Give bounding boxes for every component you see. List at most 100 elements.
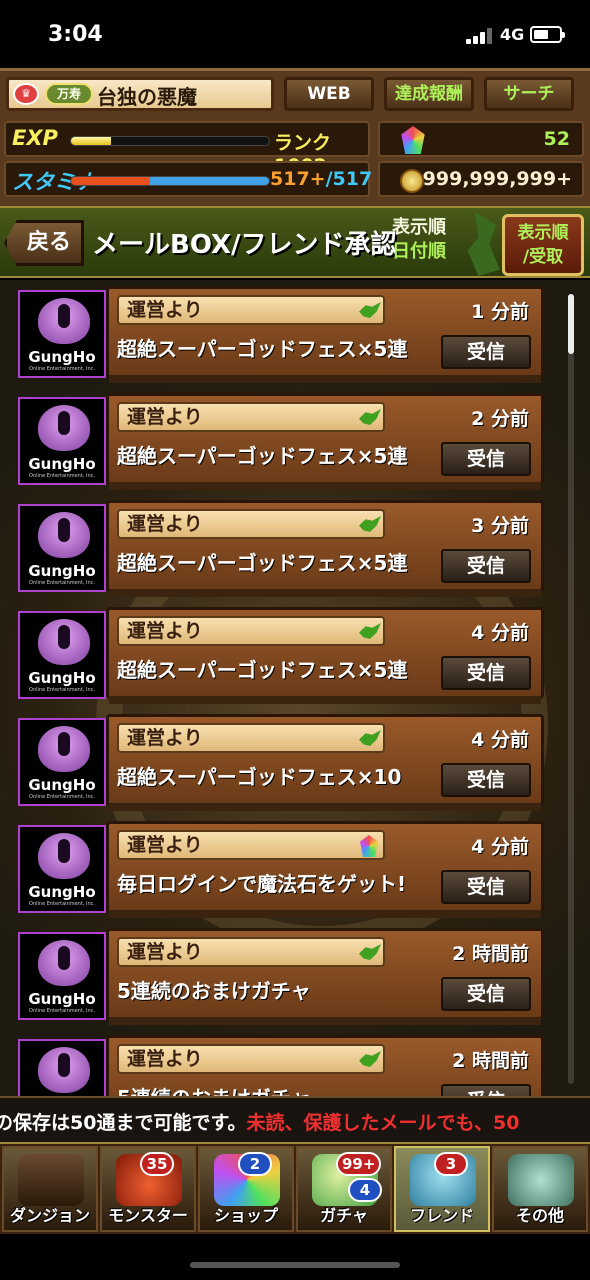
sort-indicator: 表示順 日付順 bbox=[392, 216, 466, 264]
stamina-text: 517+/517 bbox=[270, 168, 372, 190]
dragon-icon bbox=[359, 516, 381, 532]
nav-other[interactable]: その他 bbox=[492, 1146, 588, 1232]
receive-button[interactable]: 受信 bbox=[441, 870, 531, 904]
mail-card[interactable]: 運営より 4 分前 毎日ログインで魔法石をゲット! 受信 bbox=[106, 821, 544, 918]
sender-avatar[interactable]: GungHoOnline Entertainment, Inc. bbox=[18, 504, 106, 592]
nav-monster[interactable]: 35 モンスター bbox=[100, 1146, 196, 1232]
ticker-text: の保存は50通まで可能です。未読、保護したメールでも、50 bbox=[0, 1108, 519, 1135]
receive-button[interactable]: 受信 bbox=[441, 763, 531, 797]
mail-subject: 5連続のおまけガチャ bbox=[117, 1082, 311, 1096]
gungho-logo-icon bbox=[38, 940, 90, 986]
magic-stone-icon bbox=[360, 835, 378, 857]
mail-card[interactable]: 運営より 2 時間前 5連続のおまけガチャ 受信 bbox=[106, 928, 544, 1025]
dragon-icon bbox=[359, 409, 381, 425]
mail-item[interactable]: GungHo Online Entertainment, Inc. 運営より 4 分前… bbox=[18, 821, 544, 918]
receive-button[interactable]: 受信 bbox=[441, 1084, 531, 1096]
ticker-text-red: 未読、保護したメールでも、50 bbox=[246, 1112, 520, 1134]
sort-button-line1: 表示順 bbox=[517, 223, 569, 243]
achievements-button[interactable]: 達成報酬 bbox=[384, 77, 474, 111]
avatar-subtitle: Online Entertainment, Inc. bbox=[29, 580, 95, 586]
scrollbar[interactable] bbox=[568, 294, 574, 1084]
notification-badge: 4 bbox=[348, 1178, 382, 1202]
coin-count: 999,999,999+ bbox=[422, 168, 572, 190]
mail-item[interactable]: GungHo Online Entertainment, Inc. 運営より 2 分前… bbox=[18, 393, 544, 490]
receive-button[interactable]: 受信 bbox=[441, 656, 531, 690]
avatar-brand: GungHo bbox=[28, 562, 96, 580]
mail-item[interactable]: GungHo Online Entertainment, Inc. 運営より 4 分前… bbox=[18, 714, 544, 811]
mail-sender-label: 運営より bbox=[127, 727, 203, 749]
magic-stone-row[interactable]: 52 bbox=[378, 121, 584, 157]
receive-button[interactable]: 受信 bbox=[441, 977, 531, 1011]
receive-button[interactable]: 受信 bbox=[441, 442, 531, 476]
sender-avatar[interactable]: GungHoOnline Entertainment, Inc. bbox=[18, 825, 106, 913]
mail-sender-label: 運営より bbox=[127, 941, 203, 963]
mail-elapsed: 3 分前 bbox=[471, 515, 529, 537]
sender-avatar[interactable]: GungHoOnline Entertainment, Inc. bbox=[18, 932, 106, 1020]
mail-item[interactable]: GungHo Online Entertainment, Inc. 運営より 1 分前… bbox=[18, 286, 544, 383]
other-icon bbox=[508, 1154, 574, 1206]
gungho-logo-icon bbox=[38, 512, 90, 558]
web-button[interactable]: WEB bbox=[284, 77, 374, 111]
home-indicator[interactable] bbox=[190, 1262, 400, 1268]
mail-card[interactable]: 運営より 3 分前 超絶スーパーゴッドフェス×5連 受信 bbox=[106, 500, 544, 597]
search-button[interactable]: サーチ bbox=[484, 77, 574, 111]
sort-order-button[interactable]: 表示順 /受取 bbox=[502, 214, 584, 276]
network-type: 4G bbox=[500, 25, 525, 44]
status-bar: 3:04 4G bbox=[0, 0, 590, 68]
stamina-current: 517+ bbox=[270, 168, 326, 190]
dragon-icon bbox=[359, 302, 381, 318]
title-bar: 戻る メールBOX/フレンド承認 表示順 日付順 表示順 /受取 bbox=[0, 206, 590, 278]
back-button[interactable]: 戻る bbox=[4, 220, 84, 266]
dungeon-gate-icon bbox=[18, 1154, 84, 1206]
avatar-brand: GungHo bbox=[28, 455, 96, 473]
nav-friend[interactable]: 3 フレンド bbox=[394, 1146, 490, 1232]
coin-icon bbox=[400, 169, 424, 193]
sender-avatar[interactable]: GungHoOnline Entertainment, Inc. bbox=[18, 1039, 106, 1096]
player-name-box[interactable]: ♛ 万寿 台独の悪魔 bbox=[6, 77, 274, 111]
stamina-bar-fill bbox=[71, 177, 269, 185]
sender-avatar[interactable]: GungHoOnline Entertainment, Inc. bbox=[18, 397, 106, 485]
mail-item[interactable]: GungHoOnline Entertainment, Inc. 運営より 2 時間… bbox=[18, 1035, 544, 1096]
receive-button[interactable]: 受信 bbox=[441, 335, 531, 369]
nav-dungeon-gate[interactable]: ダンジョン bbox=[2, 1146, 98, 1232]
mail-item[interactable]: GungHo Online Entertainment, Inc. 運営より 3 分前… bbox=[18, 500, 544, 597]
exp-bar-fill bbox=[71, 137, 111, 145]
nav-shop-stone[interactable]: 2 ショップ bbox=[198, 1146, 294, 1232]
page-title: メールBOX/フレンド承認 bbox=[92, 230, 397, 260]
sender-avatar[interactable]: GungHoOnline Entertainment, Inc. bbox=[18, 718, 106, 806]
nav-label: ガチャ bbox=[320, 1206, 368, 1225]
mail-list[interactable]: GungHo Online Entertainment, Inc. 運営より 1 分前… bbox=[0, 280, 590, 1096]
scrollbar-thumb[interactable] bbox=[568, 294, 574, 354]
nav-gacha-egg[interactable]: 99+ 4 ガチャ bbox=[296, 1146, 392, 1232]
mail-elapsed: 1 分前 bbox=[471, 301, 529, 323]
mail-item[interactable]: GungHoOnline Entertainment, Inc. 運営より 2 時間… bbox=[18, 928, 544, 1025]
rank-badge: 万寿 bbox=[45, 83, 93, 105]
mail-elapsed: 2 時間前 bbox=[452, 943, 529, 965]
mail-item[interactable]: GungHo Online Entertainment, Inc. 運営より 4 分前… bbox=[18, 607, 544, 704]
mail-subject: 超絶スーパーゴッドフェス×5連 bbox=[117, 444, 408, 468]
nav-label: ダンジョン bbox=[9, 1206, 90, 1225]
clock: 3:04 bbox=[48, 22, 103, 47]
mail-card[interactable]: 運営より 4 分前 超絶スーパーゴッドフェス×5連 受信 bbox=[106, 607, 544, 704]
mail-card[interactable]: 運営より 4 分前 超絶スーパーゴッドフェス×10 受信 bbox=[106, 714, 544, 811]
mail-sender: 運営より bbox=[117, 402, 385, 432]
sort-value: 日付順 bbox=[392, 241, 446, 262]
mail-sender: 運営より bbox=[117, 295, 385, 325]
crown-icon: ♛ bbox=[13, 83, 39, 105]
mail-card[interactable]: 運営より 1 分前 超絶スーパーゴッドフェス×5連 受信 bbox=[106, 286, 544, 383]
mail-sender-label: 運営より bbox=[127, 1048, 203, 1070]
notification-badge: 35 bbox=[140, 1152, 174, 1176]
receive-button[interactable]: 受信 bbox=[441, 549, 531, 583]
mail-subject: 超絶スーパーゴッドフェス×10 bbox=[117, 765, 402, 789]
dragon-decoration-icon bbox=[467, 212, 500, 276]
avatar-subtitle: Online Entertainment, Inc. bbox=[29, 901, 95, 907]
mail-card[interactable]: 運営より 2 分前 超絶スーパーゴッドフェス×5連 受信 bbox=[106, 393, 544, 490]
sender-avatar[interactable]: GungHoOnline Entertainment, Inc. bbox=[18, 290, 106, 378]
nav-label: ショップ bbox=[213, 1206, 278, 1225]
mail-card[interactable]: 運営より 2 時間前 5連続のおまけガチャ 受信 bbox=[106, 1035, 544, 1096]
sort-label: 表示順 bbox=[392, 217, 446, 238]
mail-elapsed: 2 時間前 bbox=[452, 1050, 529, 1072]
mail-subject: 超絶スーパーゴッドフェス×5連 bbox=[117, 658, 408, 682]
bottom-nav: ダンジョン 35 モンスター 2 ショップ 99+ 4 ガチャ 3 フレンド その他 bbox=[0, 1142, 590, 1234]
sender-avatar[interactable]: GungHoOnline Entertainment, Inc. bbox=[18, 611, 106, 699]
